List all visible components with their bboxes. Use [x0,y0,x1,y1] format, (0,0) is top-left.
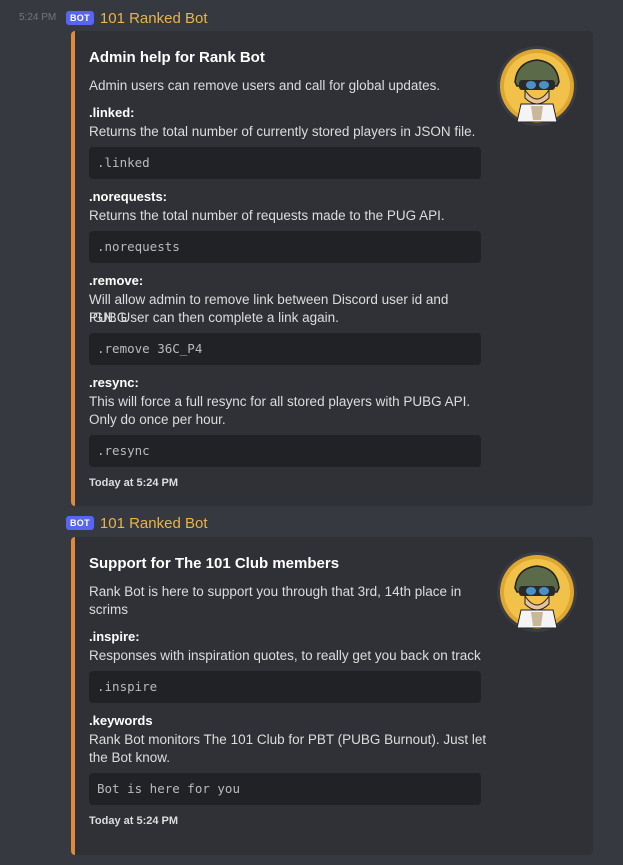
message-timestamp: 5:24 PM [19,12,57,23]
field-name-resync: .resync: [89,375,139,390]
field-name-inspire: .inspire: [89,629,140,644]
pubg-helmet-avatar-icon[interactable] [497,552,577,632]
field-name-remove: .remove: [89,273,144,288]
code-block-inspire[interactable]: .inspire [89,671,481,703]
code-block-norequests[interactable]: .norequests [89,231,481,263]
embed-footer: Today at 5:24 PM [89,815,179,827]
field-value-norequests: Returns the total number of requests mad… [89,208,445,223]
field-name-norequests: .norequests: [89,189,168,204]
message-1: 5:24 PM BOT 101 Ranked Bot Admin help fo… [0,0,623,510]
embed-admin-help: Admin help for Rank Bot Admin users can … [71,31,593,506]
field-value-resync-line1: This will force a full resync for all st… [89,394,471,409]
bot-tag: BOT [66,11,94,25]
embed-support: Support for The 101 Club members Rank Bo… [71,537,593,855]
bot-username[interactable]: 101 Ranked Bot [100,10,208,27]
field-value-keywords-line2: the Bot know. [89,750,171,765]
bot-username[interactable]: 101 Ranked Bot [100,515,208,532]
embed-description-line2: scrims [89,602,128,617]
code-block-resync[interactable]: .resync [89,435,481,467]
field-name-linked: .linked: [89,105,135,120]
field-name-keywords: .keywords [89,713,153,728]
embed-title: Admin help for Rank Bot [89,49,265,66]
embed-description: Admin users can remove users and call fo… [89,78,441,93]
message-header: BOT 101 Ranked Bot [66,9,207,27]
code-block-keywords[interactable]: Bot is here for you [89,773,481,805]
embed-description-line1: Rank Bot is here to support you through … [89,584,462,599]
message-2: BOT 101 Ranked Bot Support for The 101 C… [0,510,623,855]
field-value-resync-line2: Only do once per hour. [89,412,226,427]
pubg-helmet-avatar-icon[interactable] [497,46,577,126]
bot-tag: BOT [66,516,94,530]
field-value-inspire: Responses with inspiration quotes, to re… [89,648,481,663]
field-value-keywords-line1: Rank Bot monitors The 101 Club for PBT (… [89,732,487,747]
field-value-linked: Returns the total number of currently st… [89,124,476,139]
field-value-remove-line2: IGN. User can then complete a link again… [89,310,339,325]
message-header: BOT 101 Ranked Bot [66,514,207,532]
embed-title: Support for The 101 Club members [89,555,340,572]
code-block-linked[interactable]: .linked [89,147,481,179]
embed-footer: Today at 5:24 PM [89,477,179,489]
code-block-remove[interactable]: .remove 36C_P4 [89,333,481,365]
